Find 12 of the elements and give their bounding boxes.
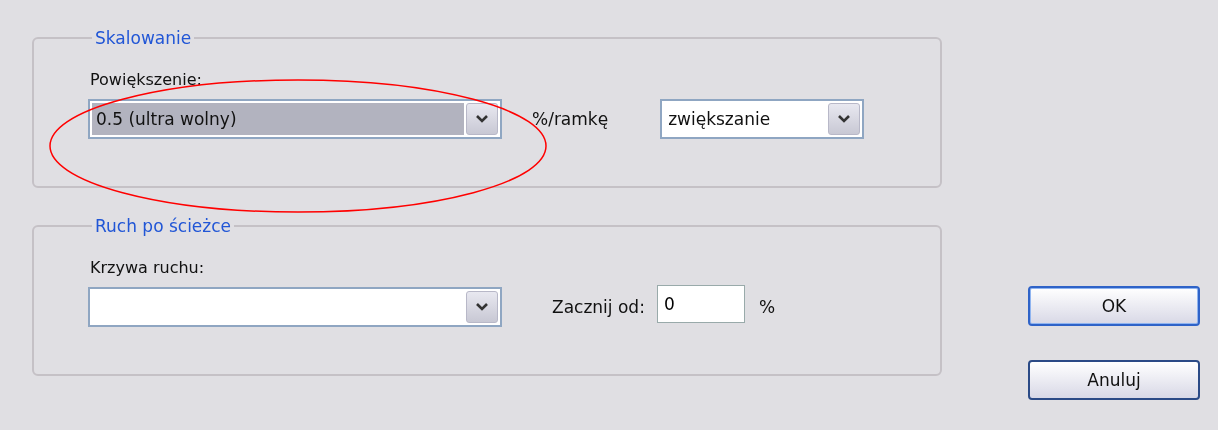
start-input[interactable]: 0 [656, 285, 745, 323]
direction-dropdown[interactable]: zwiększanie [660, 99, 865, 139]
field-label: Powiększenie: [90, 70, 203, 89]
zoom-dropdown[interactable]: 0.5 (ultra wolny) [88, 99, 502, 139]
unit-label: %/ramkę [532, 109, 609, 129]
unit-label: % [758, 297, 776, 317]
field-label: Zacznij od: [552, 297, 645, 317]
cancel-button[interactable]: Anuluj [1028, 360, 1200, 400]
group-title: Skalowanie [94, 28, 193, 48]
field-label: Krzywa ruchu: [90, 258, 206, 277]
ok-button[interactable]: OK [1028, 286, 1200, 326]
group-title: Ruch po ścieżce [94, 216, 233, 236]
